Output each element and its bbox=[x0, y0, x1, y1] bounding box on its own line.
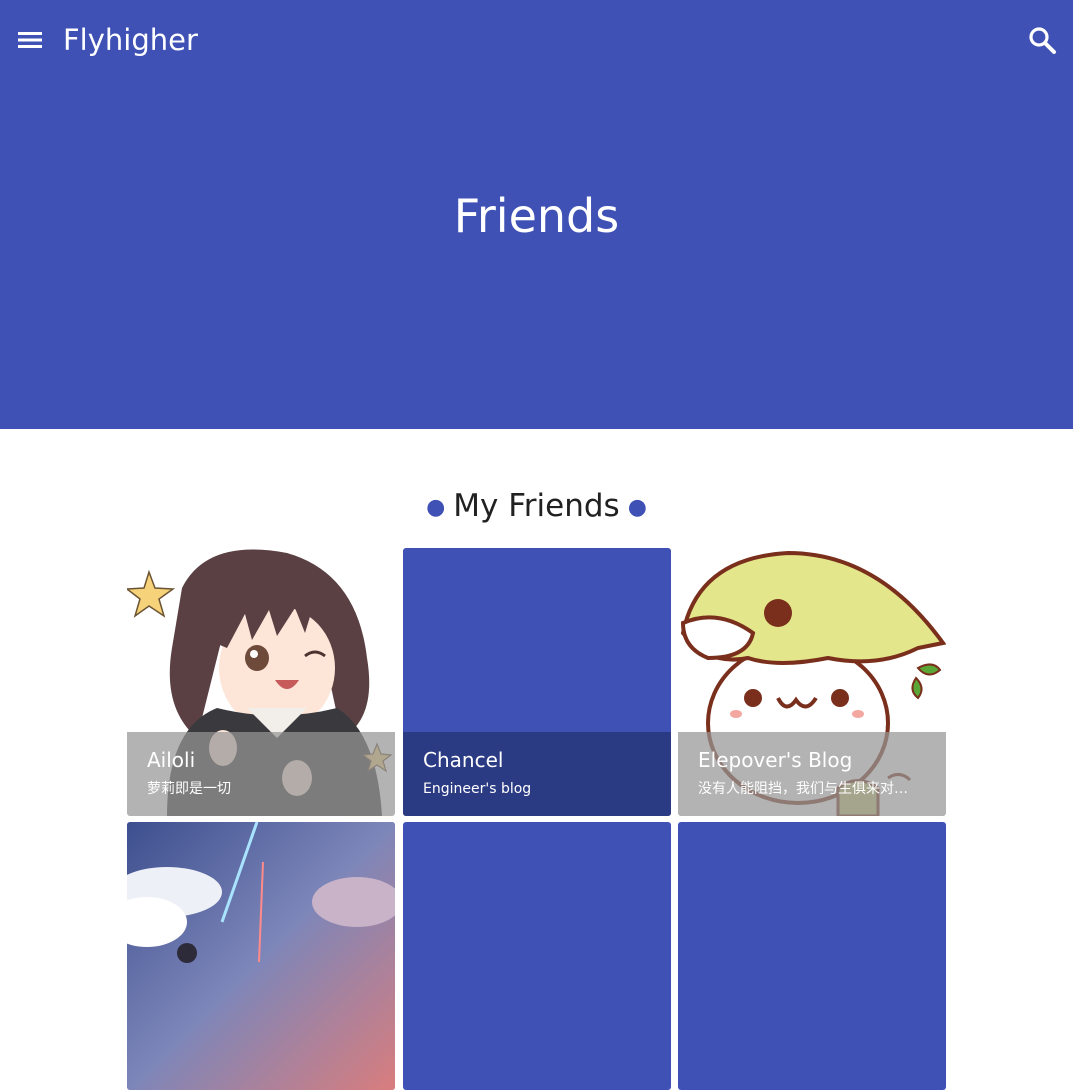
section-title: ● My Friends ● bbox=[0, 486, 1073, 528]
friend-card-4[interactable] bbox=[127, 822, 395, 1090]
section-title-text: My Friends bbox=[453, 488, 620, 524]
bullet-dot-icon: ● bbox=[426, 494, 446, 520]
friend-card-elepover[interactable]: Elepover's Blog 没有人能阻挡，我们与生俱来对… bbox=[678, 548, 946, 816]
card-caption-overlay bbox=[403, 732, 671, 816]
hero-header: Flyhigher Friends bbox=[0, 0, 1073, 429]
friend-description: 萝莉即是一切 bbox=[147, 781, 231, 797]
friend-name: Elepover's Blog bbox=[698, 748, 853, 772]
search-icon[interactable] bbox=[1026, 24, 1058, 56]
card-caption-overlay bbox=[127, 732, 395, 816]
friend-name: Ailoli bbox=[147, 748, 196, 772]
friend-card-chancel[interactable]: Chancel Engineer's blog bbox=[403, 548, 671, 816]
friend-description: Engineer's blog bbox=[423, 781, 532, 797]
friend-card-5[interactable] bbox=[403, 822, 671, 1090]
card-caption-overlay bbox=[678, 732, 946, 816]
anime-sky-scene bbox=[127, 822, 395, 1090]
site-title[interactable]: Flyhigher bbox=[63, 22, 198, 58]
page-title: Friends bbox=[453, 189, 620, 243]
bullet-dot-icon: ● bbox=[627, 494, 647, 520]
friend-name: Chancel bbox=[423, 748, 504, 772]
friend-card-ailoli[interactable]: Ailoli 萝莉即是一切 bbox=[127, 548, 395, 816]
friend-card-6[interactable] bbox=[678, 822, 946, 1090]
menu-icon[interactable] bbox=[16, 26, 44, 54]
friend-description: 没有人能阻挡，我们与生俱来对… bbox=[698, 781, 908, 797]
